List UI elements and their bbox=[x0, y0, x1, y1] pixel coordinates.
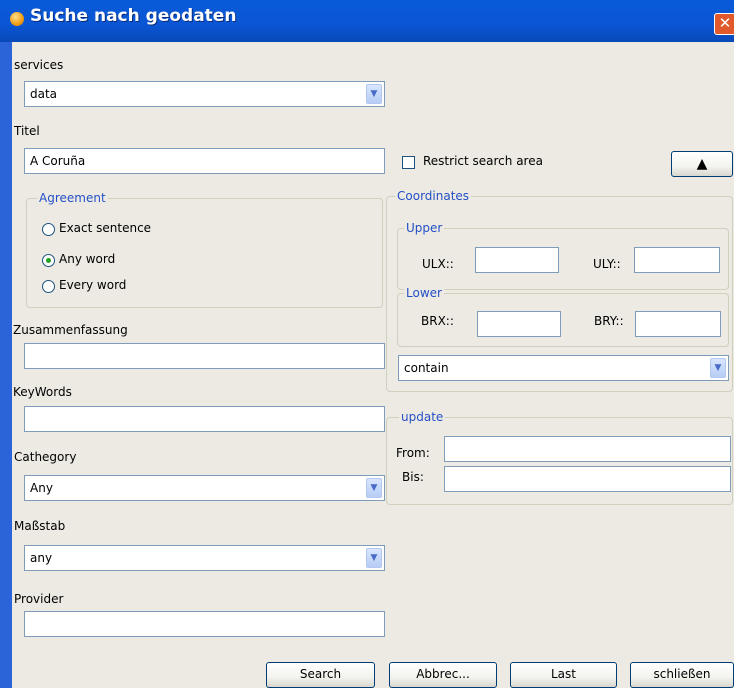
provider-input[interactable] bbox=[24, 611, 385, 637]
keywords-label: KeyWords bbox=[13, 385, 72, 399]
chevron-down-icon[interactable]: ▼ bbox=[366, 548, 382, 568]
ulx-label: ULX:: bbox=[422, 257, 454, 271]
radio-every-word[interactable] bbox=[42, 280, 55, 293]
agreement-legend: Agreement bbox=[37, 191, 108, 205]
massstab-select[interactable]: any ▼ bbox=[24, 545, 385, 571]
upper-group: Upper ULX:: ULY:: bbox=[397, 221, 729, 290]
bry-input[interactable] bbox=[635, 311, 721, 337]
chevron-down-icon[interactable]: ▼ bbox=[366, 84, 382, 104]
brx-label: BRX:: bbox=[421, 314, 454, 328]
radio-every-word-label: Every word bbox=[59, 278, 127, 292]
spatial-relation-selected-value: contain bbox=[404, 361, 449, 375]
cathegory-label: Cathegory bbox=[14, 450, 77, 464]
search-button[interactable]: Search bbox=[266, 662, 375, 688]
update-from-input[interactable] bbox=[444, 436, 731, 462]
coordinates-group: Coordinates Upper ULX:: ULY:: Lower BRX:… bbox=[386, 189, 733, 392]
massstab-label: Maßstab bbox=[14, 519, 66, 533]
uly-label: ULY:: bbox=[593, 257, 621, 271]
restrict-search-area-checkbox[interactable] bbox=[402, 156, 415, 169]
services-label: services bbox=[14, 58, 64, 72]
radio-any-word[interactable] bbox=[42, 254, 55, 267]
lower-group: Lower BRX:: BRY:: bbox=[397, 286, 729, 347]
services-select[interactable]: data ▼ bbox=[24, 81, 385, 107]
arrow-up-icon: ▲ bbox=[696, 156, 708, 172]
chevron-down-icon[interactable]: ▼ bbox=[366, 478, 382, 498]
zusammenfassung-input[interactable] bbox=[24, 343, 385, 369]
brx-input[interactable] bbox=[477, 311, 561, 337]
lower-legend: Lower bbox=[404, 286, 444, 300]
abbrechen-button[interactable]: Abbrec... bbox=[389, 662, 497, 688]
title-bar[interactable]: Suche nach geodaten ✕ bbox=[0, 0, 734, 42]
bry-label: BRY:: bbox=[594, 314, 624, 328]
update-bis-input[interactable] bbox=[444, 466, 731, 492]
titel-label: Titel bbox=[14, 124, 40, 138]
radio-exact-sentence[interactable] bbox=[42, 223, 55, 236]
coordinates-legend: Coordinates bbox=[395, 189, 472, 203]
update-group: update From: Bis: bbox=[386, 410, 733, 505]
restrict-search-area-label: Restrict search area bbox=[423, 154, 543, 168]
uly-input[interactable] bbox=[634, 247, 720, 273]
massstab-selected-value: any bbox=[30, 551, 53, 565]
cathegory-select[interactable]: Any ▼ bbox=[24, 475, 385, 501]
titel-input[interactable] bbox=[24, 148, 385, 174]
dialog-body: services data ▼ Titel Agreement Exact se… bbox=[12, 42, 734, 688]
schliessen-button[interactable]: schließen bbox=[630, 662, 734, 688]
app-icon bbox=[10, 12, 24, 26]
chevron-down-icon[interactable]: ▼ bbox=[710, 358, 726, 378]
from-label: From: bbox=[396, 446, 430, 460]
radio-exact-sentence-label: Exact sentence bbox=[59, 221, 152, 235]
cathegory-selected-value: Any bbox=[30, 481, 53, 495]
keywords-input[interactable] bbox=[24, 406, 385, 432]
upper-legend: Upper bbox=[404, 221, 445, 235]
spatial-relation-select[interactable]: contain ▼ bbox=[398, 355, 729, 381]
window-title: Suche nach geodaten bbox=[30, 6, 237, 26]
update-legend: update bbox=[399, 410, 446, 424]
ulx-input[interactable] bbox=[475, 247, 559, 273]
collapse-toggle-button[interactable]: ▲ bbox=[671, 151, 733, 177]
zusammenfassung-label: Zusammenfassung bbox=[13, 323, 128, 337]
last-button[interactable]: Last bbox=[510, 662, 617, 688]
radio-any-word-label: Any word bbox=[59, 252, 116, 266]
bis-label: Bis: bbox=[402, 470, 424, 484]
services-selected-value: data bbox=[30, 87, 58, 101]
provider-label: Provider bbox=[14, 592, 64, 606]
agreement-group: Agreement Exact sentence Any word Every … bbox=[26, 191, 383, 308]
close-button[interactable]: ✕ bbox=[714, 13, 734, 35]
